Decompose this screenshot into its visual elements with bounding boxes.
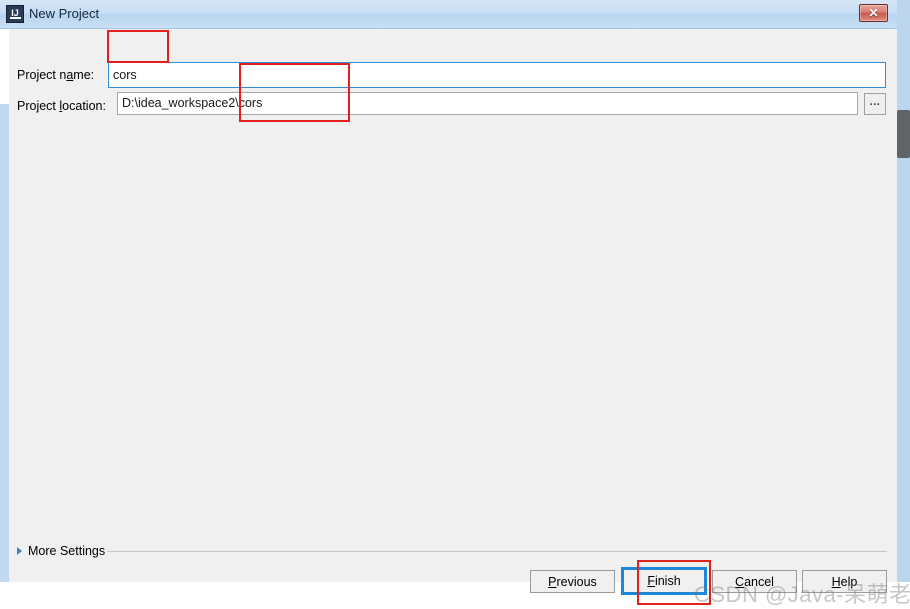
left-accent-strip [0, 29, 9, 582]
more-settings-separator [107, 551, 887, 552]
project-name-input[interactable]: cors [108, 62, 886, 88]
project-location-input[interactable]: D:\idea_workspace2\cors [117, 92, 858, 115]
screenshot-root: IJ New Project ✕ Project name: cors Proj… [0, 0, 910, 607]
browse-folder-button[interactable]: ... [864, 93, 886, 115]
left-accent-strip-top [0, 29, 9, 104]
ellipsis-icon: ... [869, 96, 881, 108]
project-location-label: Project location: [17, 99, 106, 113]
more-settings-label: More Settings [28, 544, 106, 558]
new-project-dialog: IJ New Project ✕ Project name: cors Proj… [0, 0, 910, 607]
title-bar: IJ New Project ✕ [0, 0, 897, 29]
intellij-idea-icon: IJ [6, 5, 24, 23]
dialog-content: Project name: cors Project location: D:\… [0, 29, 910, 607]
page-scrollbar-track[interactable] [897, 0, 910, 582]
close-button[interactable]: ✕ [859, 4, 888, 22]
triangle-right-icon [17, 547, 22, 555]
finish-button[interactable]: Finish [621, 567, 707, 595]
window-title: New Project [29, 6, 100, 21]
close-icon: ✕ [868, 6, 879, 20]
page-scrollbar-thumb[interactable] [897, 110, 910, 158]
more-settings-toggle[interactable]: More Settings [17, 544, 105, 558]
project-name-label: Project name: [17, 68, 95, 82]
